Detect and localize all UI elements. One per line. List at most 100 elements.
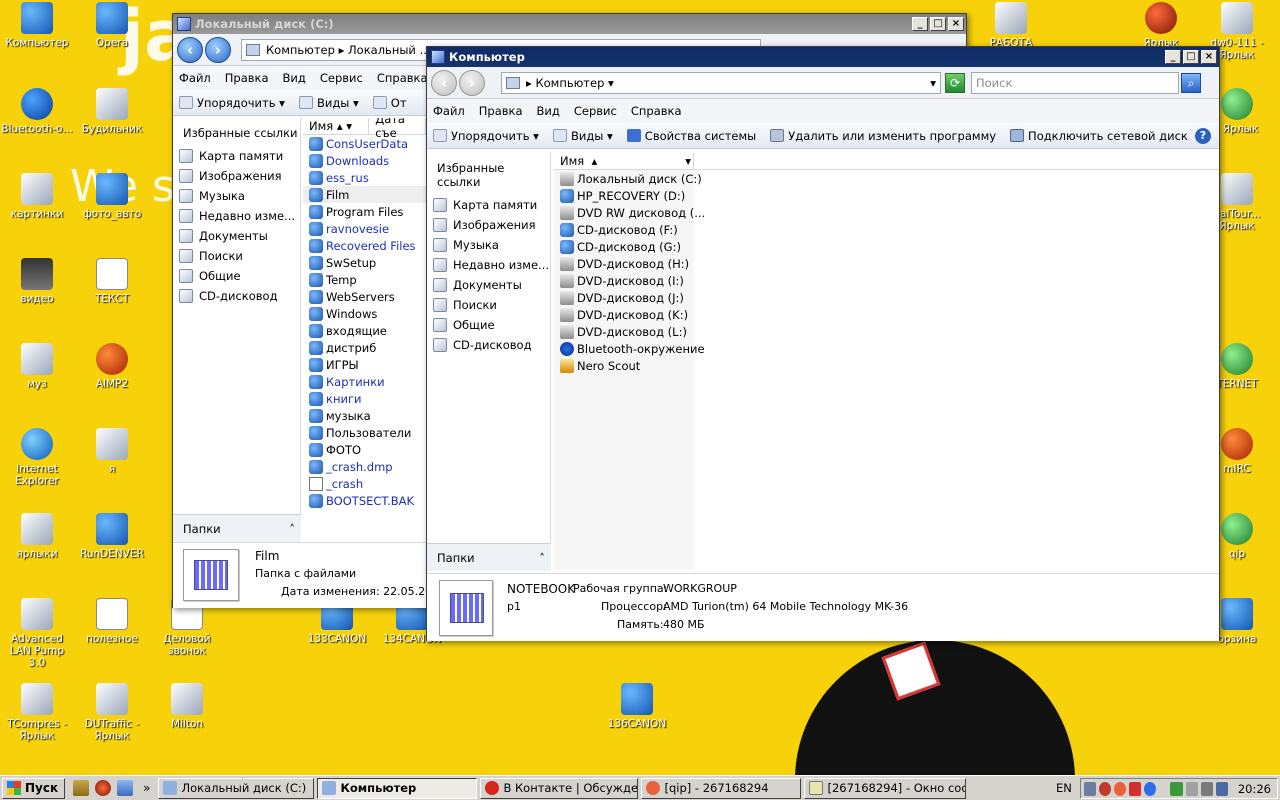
close-button[interactable]: ×: [1201, 50, 1217, 64]
task-button-active[interactable]: Компьютер: [317, 777, 478, 799]
address-dropdown-icon[interactable]: ▾: [930, 76, 936, 90]
tray-icon[interactable]: [1084, 781, 1097, 796]
file-row[interactable]: SwSetup: [303, 254, 426, 271]
forward-button[interactable]: ›: [205, 36, 231, 63]
start-button[interactable]: Пуск: [2, 777, 66, 799]
desktop-icon[interactable]: фото_авто: [75, 173, 149, 220]
menu-view[interactable]: Вид: [537, 104, 560, 118]
file-row[interactable]: ess_rus: [303, 169, 426, 186]
file-row[interactable]: ИГРЫ: [303, 356, 426, 373]
search-input[interactable]: Поиск: [971, 71, 1179, 94]
drive-row[interactable]: DVD RW дисковод (...: [554, 204, 705, 221]
nav-item[interactable]: Карта памяти: [173, 146, 300, 166]
desktop-icon[interactable]: Компьютер: [0, 2, 74, 49]
title-bar[interactable]: Локальный диск (C:) _ □ ×: [173, 14, 966, 34]
views-button[interactable]: Виды ▾: [298, 96, 359, 110]
file-row[interactable]: Recovered Files: [303, 237, 426, 254]
task-button[interactable]: [267168294] - Окно соо...: [804, 777, 967, 799]
nav-item[interactable]: Карта памяти: [427, 195, 550, 215]
desktop-icon[interactable]: Opera: [75, 2, 149, 49]
maximize-button[interactable]: □: [930, 17, 946, 31]
file-row[interactable]: Пользователи: [303, 424, 426, 441]
drive-row[interactable]: HP_RECOVERY (D:): [554, 187, 694, 204]
folders-toggle[interactable]: Папки ˄: [173, 514, 301, 542]
desktop-icon[interactable]: картинки: [0, 173, 74, 220]
folders-toggle[interactable]: Папки ˄: [427, 543, 551, 571]
map-network-drive-button[interactable]: Подключить сетевой диск: [1010, 129, 1188, 143]
language-indicator[interactable]: EN: [1056, 781, 1072, 795]
nav-item[interactable]: Поиски: [427, 295, 550, 315]
desktop-icon[interactable]: ярлыки: [0, 513, 74, 560]
file-row[interactable]: музыка: [303, 407, 426, 424]
nav-item[interactable]: Музыка: [427, 235, 550, 255]
nav-item[interactable]: Поиски: [173, 246, 300, 266]
desktop-icon[interactable]: муз: [0, 343, 74, 390]
menu-help[interactable]: Справка: [377, 71, 428, 85]
system-properties-button[interactable]: Свойства системы: [626, 129, 756, 143]
file-row[interactable]: Film: [303, 186, 426, 203]
desktop-icon[interactable]: я: [75, 428, 149, 475]
task-button[interactable]: Локальный диск (C:): [158, 777, 315, 799]
uninstall-program-button[interactable]: Удалить или изменить программу: [770, 129, 996, 143]
forward-button[interactable]: ›: [459, 69, 485, 96]
tray-icon[interactable]: [1099, 781, 1112, 796]
desktop-icon[interactable]: DUTraffic - Ярлык: [75, 683, 149, 742]
clock[interactable]: 20:26: [1238, 782, 1271, 796]
desktop-icon[interactable]: Internet Explorer: [0, 428, 74, 487]
minimize-button[interactable]: _: [1165, 50, 1181, 64]
back-button[interactable]: ‹: [177, 36, 203, 63]
nav-item[interactable]: CD-дисковод: [173, 286, 300, 306]
tray-icon[interactable]: [1185, 781, 1198, 796]
drive-row[interactable]: DVD-дисковод (L:): [554, 323, 694, 340]
file-row[interactable]: Картинки: [303, 373, 426, 390]
nav-item[interactable]: Документы: [173, 226, 300, 246]
desktop-icon[interactable]: Milton: [150, 683, 224, 730]
desktop-icon[interactable]: Bluetooth-о...: [0, 88, 74, 135]
file-row[interactable]: _crash: [303, 475, 426, 492]
nav-item[interactable]: Изображения: [173, 166, 300, 186]
drive-row[interactable]: Nero Scout: [554, 357, 694, 374]
menu-file[interactable]: Файл: [433, 104, 465, 118]
menu-tools[interactable]: Сервис: [574, 104, 617, 118]
column-name[interactable]: Имя ▴ ▾: [554, 153, 694, 169]
file-row[interactable]: _crash.dmp: [303, 458, 426, 475]
desktop-icon[interactable]: Будильник: [75, 88, 149, 135]
desktop-icon[interactable]: полезное: [75, 598, 149, 645]
close-button[interactable]: ×: [948, 17, 964, 31]
back-button[interactable]: ‹: [431, 69, 457, 96]
views-button[interactable]: Виды ▾: [552, 129, 613, 143]
tray-icon[interactable]: [1170, 781, 1183, 796]
file-row[interactable]: входящие: [303, 322, 426, 339]
help-icon[interactable]: ?: [1195, 128, 1211, 144]
tray-icon[interactable]: [1129, 781, 1142, 796]
search-icon[interactable]: ⌕: [1181, 72, 1201, 93]
desktop-icon[interactable]: TCompres - Ярлык: [0, 683, 74, 742]
nav-item[interactable]: Недавно изме...: [173, 206, 300, 226]
task-button[interactable]: [qip] - 267168294: [641, 777, 802, 799]
maximize-button[interactable]: □: [1183, 50, 1199, 64]
drive-row[interactable]: CD-дисковод (G:): [554, 238, 694, 255]
menu-view[interactable]: Вид: [283, 71, 306, 85]
menu-edit[interactable]: Правка: [479, 104, 523, 118]
quicklaunch-icon[interactable]: [117, 780, 134, 796]
file-row[interactable]: Temp: [303, 271, 426, 288]
file-row[interactable]: книги: [303, 390, 426, 407]
open-button[interactable]: От: [372, 96, 407, 110]
file-row[interactable]: дистриб: [303, 339, 426, 356]
file-row[interactable]: WebServers: [303, 288, 426, 305]
refresh-button[interactable]: ⟳: [945, 72, 965, 93]
column-date[interactable]: Дата съе: [369, 118, 426, 140]
desktop-icon[interactable]: РАБОТА: [974, 2, 1048, 49]
menu-help[interactable]: Справка: [631, 104, 682, 118]
menu-tools[interactable]: Сервис: [320, 71, 363, 85]
tray-icon[interactable]: [1114, 781, 1127, 796]
quicklaunch-more[interactable]: »: [143, 781, 150, 795]
desktop-icon[interactable]: Ярлык: [1124, 2, 1198, 49]
file-row[interactable]: ConsUserData: [303, 135, 426, 152]
desktop-icon[interactable]: видео: [0, 258, 74, 305]
volume-icon[interactable]: [1200, 781, 1213, 796]
menu-file[interactable]: Файл: [179, 71, 211, 85]
nav-item[interactable]: Музыка: [173, 186, 300, 206]
network-tray-icon[interactable]: [1215, 781, 1228, 796]
nav-item[interactable]: Изображения: [427, 215, 550, 235]
